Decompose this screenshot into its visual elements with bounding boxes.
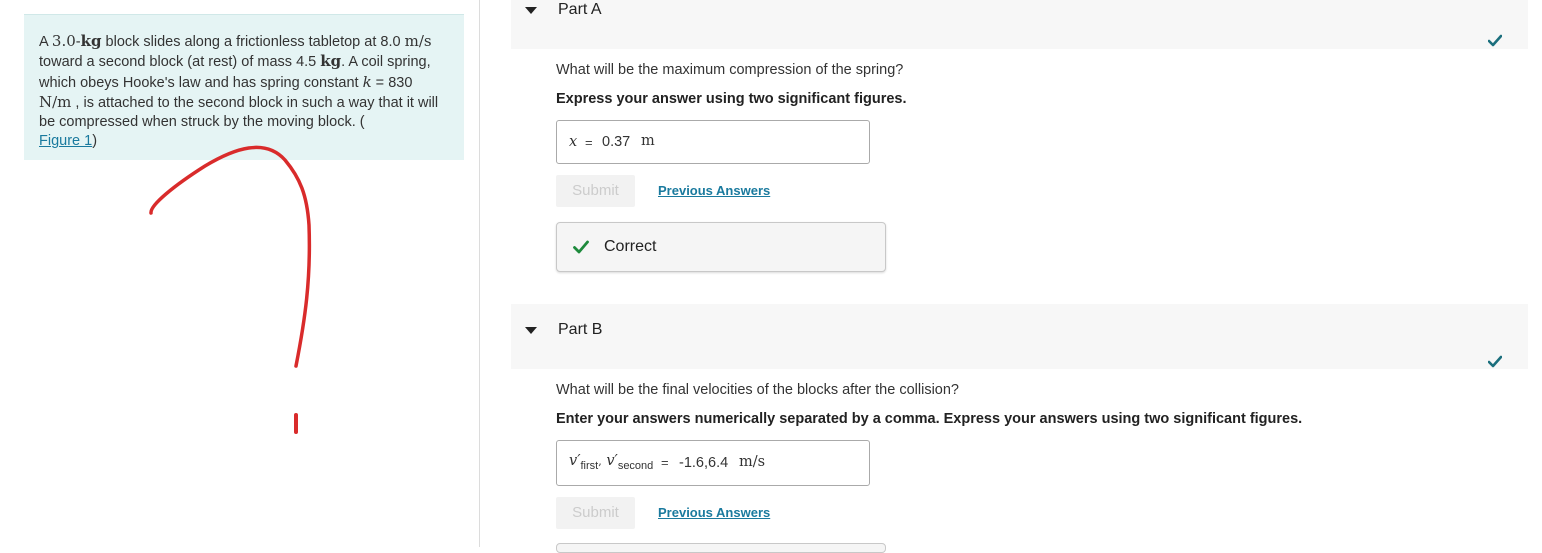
mass-2-value: 4.5 — [296, 54, 317, 71]
answer-value[interactable]: 0.37 — [602, 134, 630, 150]
variable-separator: , — [598, 455, 602, 468]
answer-variable: v′ — [569, 453, 581, 469]
part-a-question: What will be the maximum compression of … — [556, 62, 904, 78]
problem-statement: A 3.0-kg block slides along a frictionle… — [24, 14, 464, 160]
answer-unit: m/s — [739, 454, 766, 470]
collapse-caret-icon[interactable] — [525, 327, 537, 334]
part-a-previous-answers-link[interactable]: Previous Answers — [658, 183, 770, 198]
part-b-question: What will be the final velocities of the… — [556, 382, 959, 398]
mass-1-value: 3.0 — [51, 32, 76, 50]
left-pane: A 3.0-kg block slides along a frictionle… — [0, 0, 479, 547]
problem-text-part: , is attached to the second block in suc… — [39, 94, 439, 131]
figure-1-link[interactable]: Figure 1 — [39, 133, 92, 149]
problem-text-part: A — [39, 34, 52, 50]
problem-text: A 3.0-kg block slides along a frictionle… — [39, 32, 447, 152]
equals-sign: = — [661, 455, 669, 470]
answer-variable: x — [569, 134, 578, 150]
part-b-feedback-box — [556, 543, 886, 553]
problem-text-part: = — [371, 74, 389, 91]
part-b-submit-button[interactable]: Submit — [556, 497, 635, 529]
spring-constant-value: 830 — [388, 74, 413, 91]
correct-feedback: Correct — [556, 222, 886, 272]
answer-value[interactable]: -1.6,6.4 — [679, 455, 728, 471]
part-a-header[interactable]: Part A — [511, 0, 1528, 49]
spring-constant-symbol: k — [362, 72, 372, 91]
part-b-previous-answers-link[interactable]: Previous Answers — [658, 505, 770, 520]
part-a-title: Part A — [558, 1, 602, 18]
problem-text-part: ) — [92, 133, 98, 150]
answer-variable: v′ — [606, 453, 618, 469]
answer-variable-subscript: first — [580, 460, 599, 472]
speed-value: 8.0 — [380, 34, 401, 50]
part-b-answer-field[interactable]: v′first, v′second = -1.6,6.4 m/s — [556, 440, 870, 486]
part-a-answer-field[interactable]: x = 0.37 m — [556, 120, 870, 164]
pane-divider — [479, 0, 480, 547]
answer-unit: m — [641, 133, 655, 149]
answer-variable-subscript: second — [617, 460, 654, 472]
problem-text-part: block slides along a frictionless tablet… — [101, 34, 381, 50]
feedback-text: Correct — [604, 238, 657, 255]
answer-variables: v′first, v′second — [569, 453, 654, 472]
problem-text-part: toward a second block (at rest) of mass — [39, 54, 297, 71]
mass-2-unit: kg — [320, 52, 342, 71]
check-icon — [1488, 34, 1502, 47]
part-b-title: Part B — [558, 321, 603, 338]
mass-1-unit: kg — [80, 32, 102, 50]
part-a-submit-button[interactable]: Submit — [556, 175, 635, 207]
collapse-caret-icon[interactable] — [525, 7, 537, 14]
spring-constant-unit: N/m — [39, 92, 72, 111]
check-icon — [1488, 355, 1502, 368]
part-b-header[interactable]: Part B — [511, 304, 1528, 369]
speed-unit: m/s — [404, 32, 432, 50]
check-icon — [573, 240, 589, 254]
part-a-instruction: Express your answer using two significan… — [556, 91, 907, 107]
part-b-instruction: Enter your answers numerically separated… — [556, 411, 1303, 427]
equals-sign: = — [585, 135, 593, 150]
